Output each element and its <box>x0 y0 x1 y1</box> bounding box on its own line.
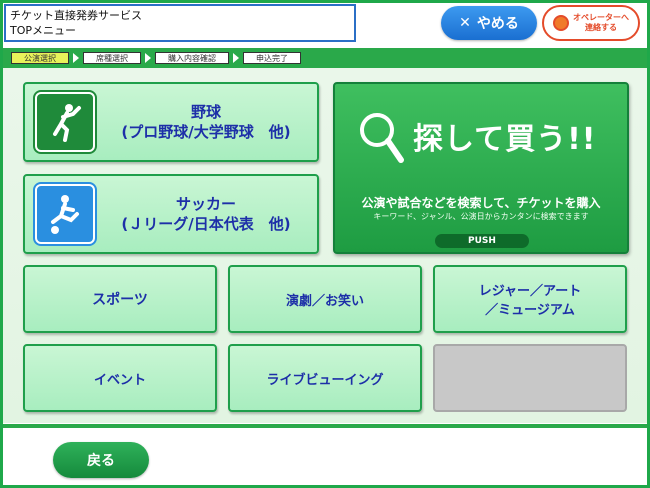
leisure-art-button[interactable]: レジャー／アート ／ミュージアム <box>433 265 627 333</box>
step-arrow-icon <box>73 53 79 63</box>
leisure-label-line1: レジャー／アート <box>478 284 582 299</box>
soccer-label: サッカー (Ｊリーグ/日本代表 他) <box>121 195 291 233</box>
operator-face-icon <box>553 15 569 31</box>
sports-button[interactable]: スポーツ <box>23 265 217 333</box>
leisure-label-line2: ／ミュージアム <box>485 303 575 318</box>
step-complete: 申込完了 <box>243 52 301 64</box>
service-name: チケット直接発券サービス <box>10 9 142 22</box>
cancel-label: やめる <box>476 16 519 32</box>
operator-label: オペレーターへ 連絡する <box>573 13 629 32</box>
baseball-player-icon <box>35 92 95 152</box>
empty-menu-slot <box>433 344 627 412</box>
search-subtext: キーワード、ジャンル、公演日からカンタンに検索できます <box>373 212 589 221</box>
close-icon: ✕ <box>459 15 471 31</box>
step-arrow-icon <box>145 53 151 63</box>
step-select-seat: 席種選択 <box>83 52 141 64</box>
main-menu-area: 野球 (プロ野球/大学野球 他) サッカー (Ｊリーグ/日本代表 他) 探して買… <box>3 68 647 423</box>
soccer-button[interactable]: サッカー (Ｊリーグ/日本代表 他) <box>23 174 319 254</box>
search-and-buy-button[interactable]: 探して買う!! 公演や試合などを検索して、チケットを購入 キーワード、ジャンル、… <box>333 82 629 254</box>
theater-comedy-button[interactable]: 演劇／お笑い <box>228 265 422 333</box>
push-badge: PUSH <box>435 234 529 248</box>
operator-contact-button[interactable]: オペレーターへ 連絡する <box>542 5 640 41</box>
live-viewing-button[interactable]: ライブビューイング <box>228 344 422 412</box>
progress-steps: 公演選択 席種選択 購入内容確認 申込完了 <box>3 48 647 68</box>
event-button[interactable]: イベント <box>23 344 217 412</box>
header-title-box: チケット直接発券サービス TOPメニュー <box>4 4 356 42</box>
soccer-player-icon <box>35 184 95 244</box>
search-description: 公演や試合などを検索して、チケットを購入 <box>361 196 601 210</box>
baseball-label: 野球 (プロ野球/大学野球 他) <box>121 103 291 141</box>
search-title: 探して買う!! <box>413 122 597 157</box>
footer-divider <box>3 424 647 428</box>
back-button[interactable]: 戻る <box>53 442 149 478</box>
screen-name: TOPメニュー <box>10 24 77 37</box>
step-confirm-purchase: 購入内容確認 <box>155 52 229 64</box>
cancel-button[interactable]: ✕ やめる <box>441 6 537 40</box>
step-arrow-icon <box>233 53 239 63</box>
baseball-button[interactable]: 野球 (プロ野球/大学野球 他) <box>23 82 319 162</box>
step-select-performance: 公演選択 <box>11 52 69 64</box>
magnifier-icon <box>360 113 404 163</box>
